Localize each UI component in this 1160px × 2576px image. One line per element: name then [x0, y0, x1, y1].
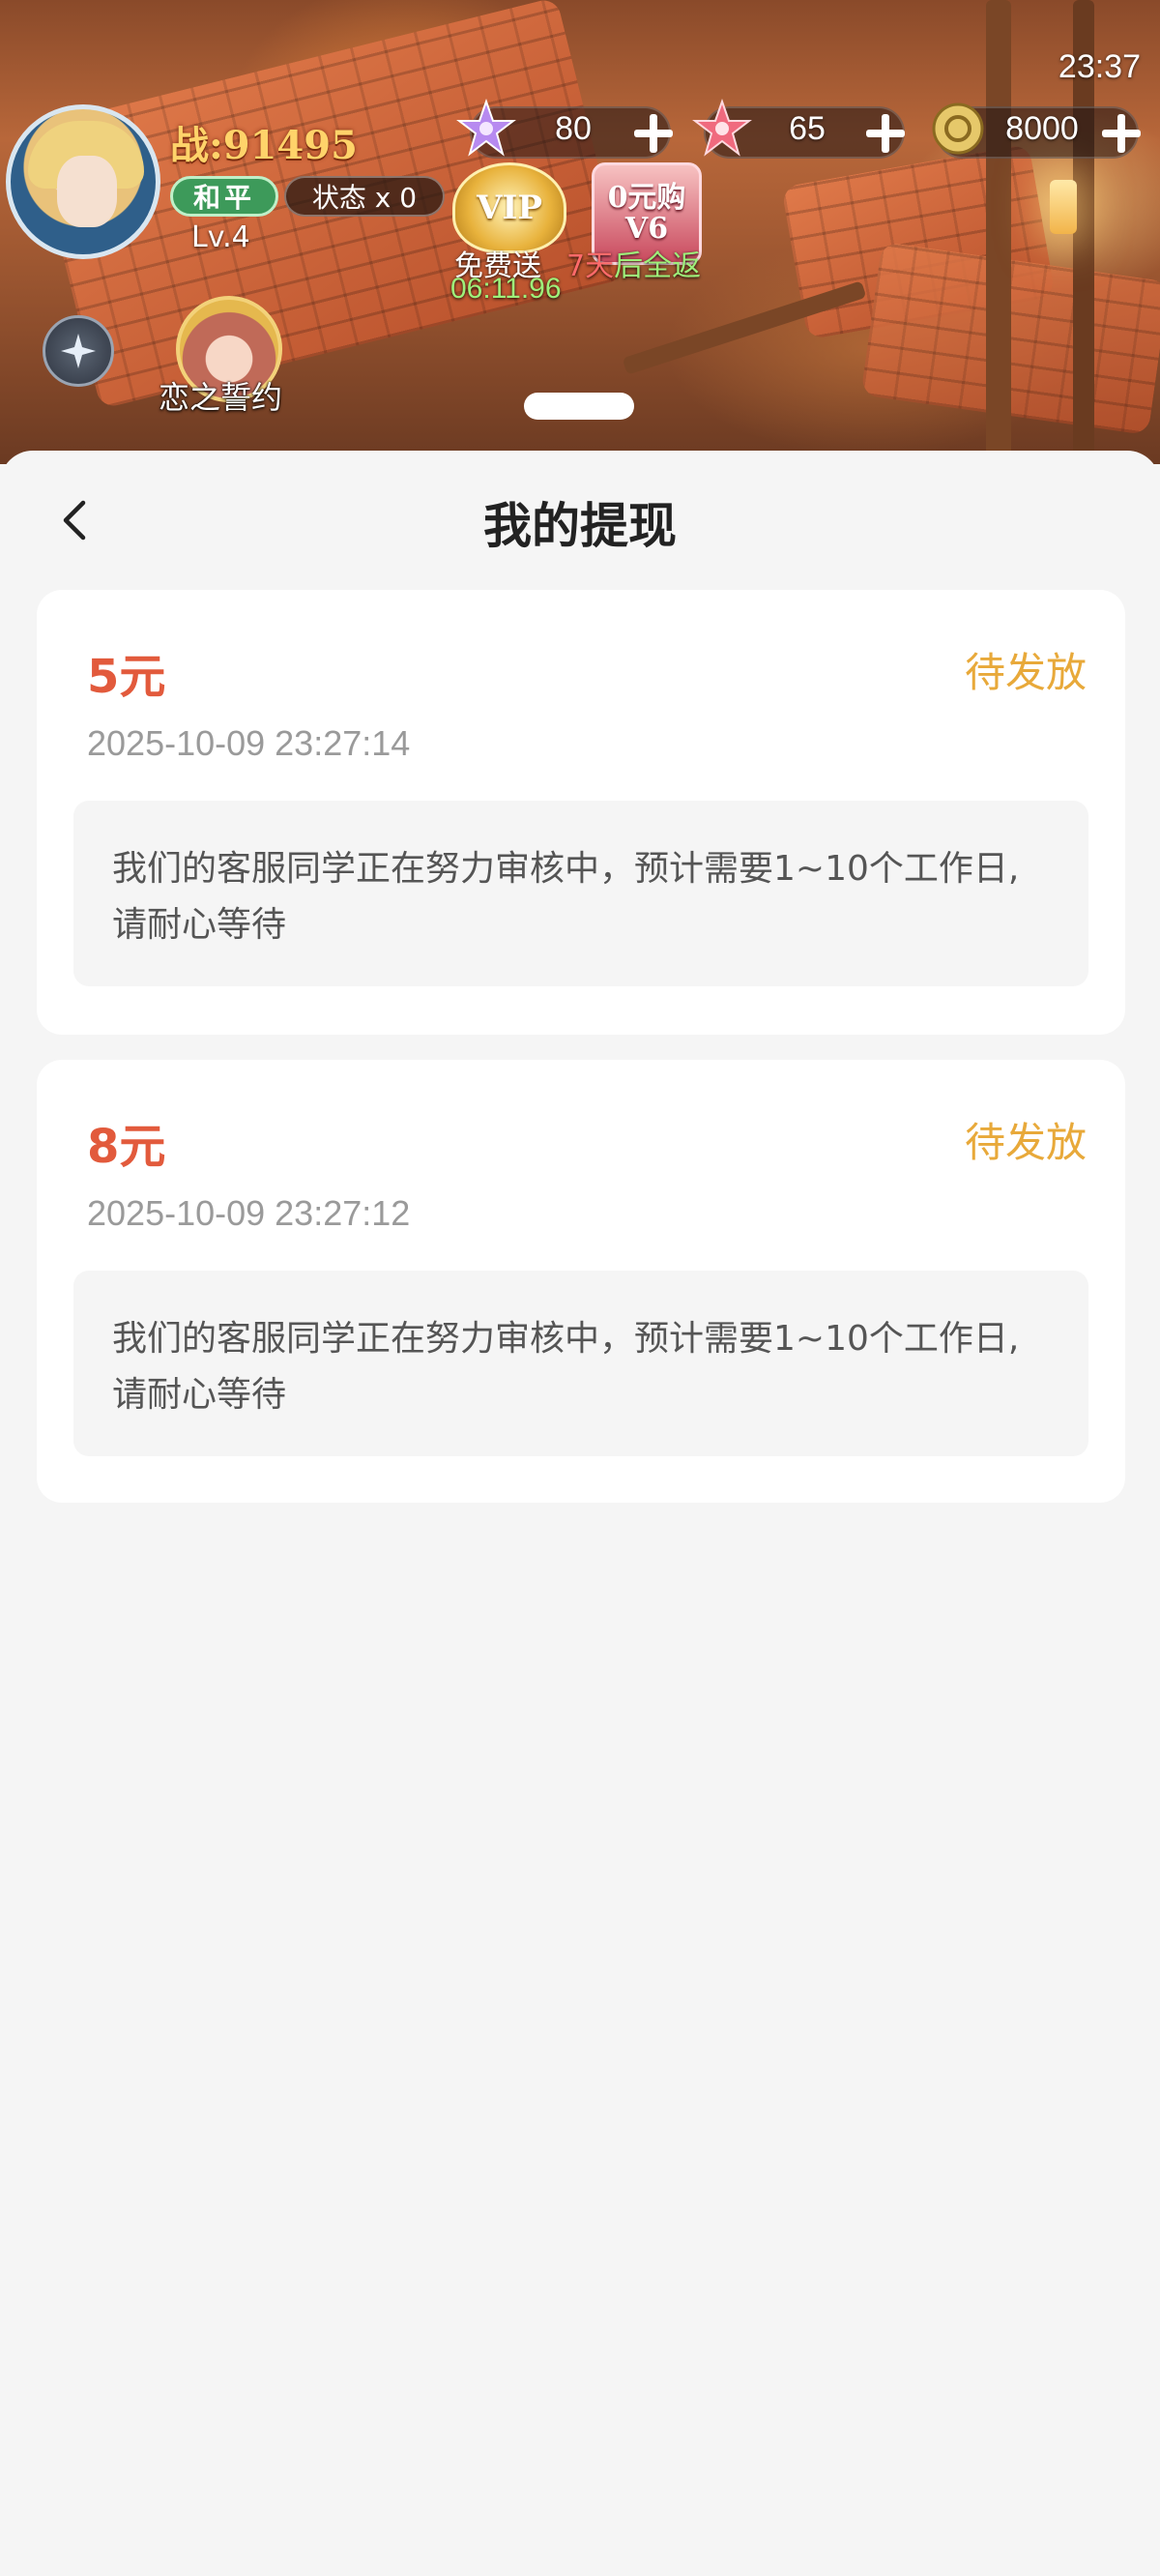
withdrawal-sheet: 我的提现 5元 待发放 2025-10-09 23:27:14 我们的客服同学正…	[0, 451, 1160, 2576]
lantern-icon	[1050, 180, 1077, 234]
withdrawal-status: 待发放	[964, 1119, 1087, 1166]
combat-power: 战:91495	[170, 123, 358, 168]
player-avatar[interactable]	[6, 104, 160, 259]
mode-badge[interactable]: 和平	[170, 176, 278, 217]
gold-coin-icon	[932, 102, 984, 155]
love-oath-label: 恋之誓约	[159, 379, 283, 416]
withdrawal-card: 8元 待发放 2025-10-09 23:27:12 我们的客服同学正在努力审核…	[37, 1060, 1125, 1503]
purple-star-icon	[456, 99, 516, 157]
wood-beam	[986, 0, 1011, 464]
resource-value-purple: 80	[555, 110, 592, 147]
withdrawal-datetime: 2025-10-09 23:27:12	[87, 1193, 411, 1233]
status-time: 23:37	[1058, 48, 1141, 85]
refund-text: 后全返	[614, 249, 702, 283]
withdrawal-amount: 5元	[87, 650, 166, 704]
status-badge[interactable]: 状态 x 0	[284, 176, 445, 217]
withdrawal-amount: 8元	[87, 1120, 166, 1174]
add-red-star-icon[interactable]	[860, 108, 911, 159]
add-purple-star-icon[interactable]	[628, 108, 679, 159]
add-coin-icon[interactable]	[1096, 108, 1146, 159]
withdrawal-note: 我们的客服同学正在努力审核中，预计需要1~10个工作日,请耐心等待	[73, 801, 1088, 986]
resource-value-coin: 8000	[1005, 110, 1079, 147]
withdrawal-note: 我们的客服同学正在努力审核中，预计需要1~10个工作日,请耐心等待	[73, 1271, 1088, 1456]
nav-bar: 我的提现	[0, 451, 1160, 590]
withdrawal-card: 5元 待发放 2025-10-09 23:27:14 我们的客服同学正在努力审核…	[37, 590, 1125, 1035]
game-background: 23:37 战:91495 和平 状态 x 0 Lv.4 80 65 8000 …	[0, 0, 1160, 464]
vip-timer: 06:11.96	[450, 273, 562, 305]
vip-badge[interactable]: VIP	[452, 162, 566, 253]
refund-days: 7天	[566, 249, 615, 283]
page-title: 我的提现	[483, 498, 677, 554]
avatar-face	[57, 156, 117, 227]
red-star-icon	[692, 99, 752, 157]
sheet-drag-handle[interactable]	[524, 393, 634, 420]
withdrawal-status: 待发放	[964, 649, 1087, 696]
compass-icon[interactable]	[43, 315, 114, 387]
resource-value-red: 65	[789, 110, 826, 147]
player-level: Lv.4	[191, 220, 250, 254]
refund-label: 7天后全返	[566, 242, 701, 284]
withdrawal-datetime: 2025-10-09 23:27:14	[87, 723, 411, 763]
sparkle-icon	[61, 334, 96, 368]
